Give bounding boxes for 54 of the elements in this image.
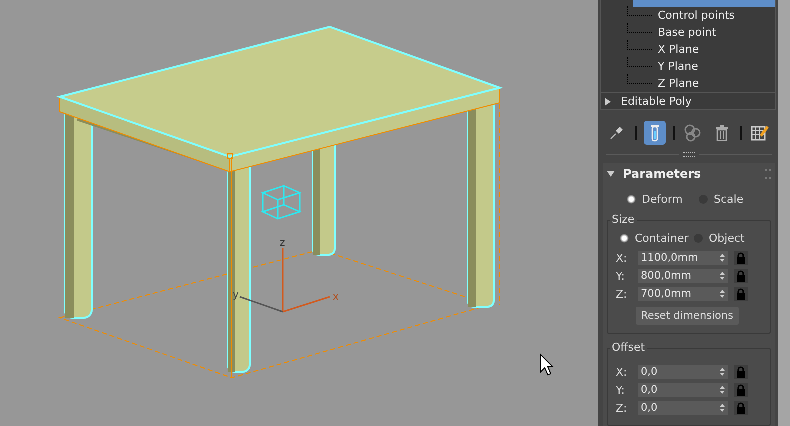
spinner-arrows-icon[interactable] bbox=[720, 272, 725, 280]
spinner-arrows-icon[interactable] bbox=[720, 386, 725, 394]
tree-connector bbox=[627, 57, 652, 67]
tube-icon[interactable] bbox=[650, 124, 660, 142]
group-title: Offset bbox=[610, 341, 648, 354]
tree-item[interactable]: Base point bbox=[658, 26, 716, 39]
radio-label[interactable]: Scale bbox=[714, 192, 744, 206]
radio-label[interactable]: Deform bbox=[642, 192, 683, 206]
radio-label[interactable]: Object bbox=[709, 232, 745, 244]
grip-icon[interactable] bbox=[683, 152, 695, 157]
scrollbar[interactable] bbox=[778, 0, 790, 426]
axis-label: Y: bbox=[615, 384, 626, 396]
tree-connector bbox=[627, 6, 652, 16]
expand-arrow-icon[interactable] bbox=[605, 98, 611, 106]
trash-icon[interactable] bbox=[716, 125, 728, 141]
spinner-field[interactable]: 800,0mm bbox=[638, 269, 728, 283]
axis-label: z bbox=[280, 238, 286, 249]
tree-item[interactable]: Z Plane bbox=[658, 77, 700, 90]
axis-label: X: bbox=[615, 252, 628, 264]
radio-button[interactable] bbox=[627, 194, 636, 204]
grip-icon[interactable] bbox=[765, 169, 771, 179]
spinner-field[interactable]: 0,0 bbox=[638, 401, 728, 415]
group-title: Size bbox=[610, 213, 637, 226]
tree-connector bbox=[627, 23, 652, 33]
reset-dimensions-button[interactable]: Reset dimensions bbox=[636, 307, 739, 325]
rollout-title[interactable]: Parameters bbox=[623, 167, 765, 181]
collapse-arrow-icon[interactable] bbox=[607, 171, 615, 177]
axis-label: Z: bbox=[615, 288, 628, 300]
pin-icon[interactable] bbox=[610, 126, 624, 140]
spinner-field[interactable]: 0,0 bbox=[638, 365, 728, 379]
axis-label: Y: bbox=[615, 270, 626, 282]
spinner-field[interactable]: 700,0mm bbox=[638, 287, 728, 301]
spinner-field[interactable]: 0,0 bbox=[638, 383, 728, 397]
mouse-cursor-icon bbox=[540, 354, 554, 376]
axis-label: Z: bbox=[615, 402, 628, 414]
tree-connector bbox=[627, 40, 652, 50]
modifier-row[interactable]: Editable Poly bbox=[601, 92, 775, 110]
viewport[interactable]: z y x bbox=[0, 0, 598, 426]
tube-button[interactable] bbox=[644, 121, 666, 145]
tree-connector bbox=[627, 74, 652, 84]
tree-item[interactable]: Control points bbox=[658, 9, 736, 22]
cube-gizmo-icon bbox=[260, 185, 302, 220]
spinner-arrows-icon[interactable] bbox=[720, 254, 725, 262]
axis-label: y bbox=[233, 290, 239, 301]
radio-label[interactable]: Container bbox=[635, 232, 689, 244]
axis-label: x bbox=[333, 292, 339, 303]
radio-button[interactable] bbox=[620, 234, 629, 242]
spinner-arrows-icon[interactable] bbox=[720, 404, 725, 412]
spinner-field[interactable]: 1100,0mm bbox=[638, 251, 728, 265]
spinner-arrows-icon[interactable] bbox=[720, 368, 725, 376]
axis-label: X: bbox=[615, 366, 628, 378]
tree-item[interactable]: X Plane bbox=[658, 43, 700, 56]
spinner-arrows-icon[interactable] bbox=[720, 290, 725, 298]
tree-item[interactable]: Y Plane bbox=[658, 60, 698, 73]
